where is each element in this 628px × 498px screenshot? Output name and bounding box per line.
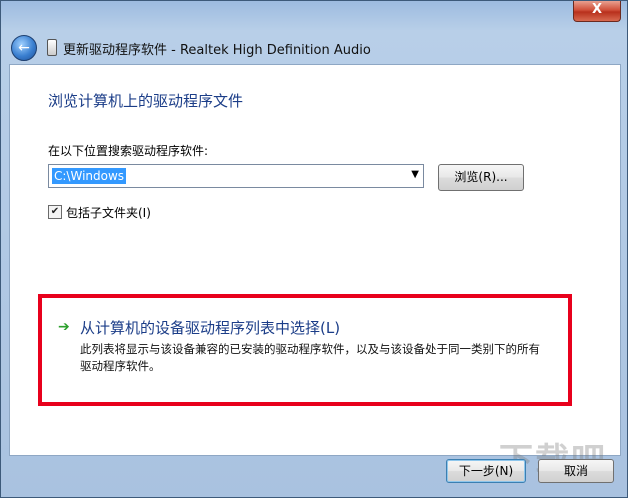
browse-button[interactable]: 浏览(R)...	[438, 164, 524, 191]
wizard-content: 浏览计算机上的驱动程序文件 在以下位置搜索驱动程序软件: C:\Windows …	[9, 64, 621, 456]
cancel-button[interactable]: 取消	[538, 459, 614, 483]
navigation-row: ← 更新驱动程序软件 - Realtek High Definition Aud…	[9, 33, 619, 61]
include-subfolders-label[interactable]: 包括子文件夹(I)	[66, 204, 151, 221]
page-title: 浏览计算机上的驱动程序文件	[48, 92, 244, 110]
path-combobox[interactable]: C:\Windows ▼	[48, 164, 424, 188]
pick-from-list-description: 此列表将显示与该设备兼容的已安装的驱动程序软件，以及与该设备处于同一类别下的所有…	[80, 342, 540, 373]
title-bar: X	[1, 1, 627, 31]
audio-device-icon	[47, 39, 57, 56]
window-title: 更新驱动程序软件 - Realtek High Definition Audio	[63, 43, 371, 58]
next-button[interactable]: 下一步(N)	[446, 459, 526, 483]
path-value[interactable]: C:\Windows	[52, 168, 127, 184]
pick-from-list-link[interactable]: 从计算机的设备驱动程序列表中选择(L)	[80, 317, 340, 338]
include-subfolders-checkbox[interactable]: ✔	[48, 205, 62, 219]
green-arrow-icon: ➔	[58, 319, 70, 335]
chevron-down-icon[interactable]: ▼	[411, 169, 419, 180]
close-button[interactable]: X	[573, 1, 621, 22]
dialog-window: X ← 更新驱动程序软件 - Realtek High Definition A…	[0, 0, 628, 498]
back-arrow-icon[interactable]: ←	[11, 35, 37, 61]
search-location-label: 在以下位置搜索驱动程序软件:	[48, 144, 209, 158]
